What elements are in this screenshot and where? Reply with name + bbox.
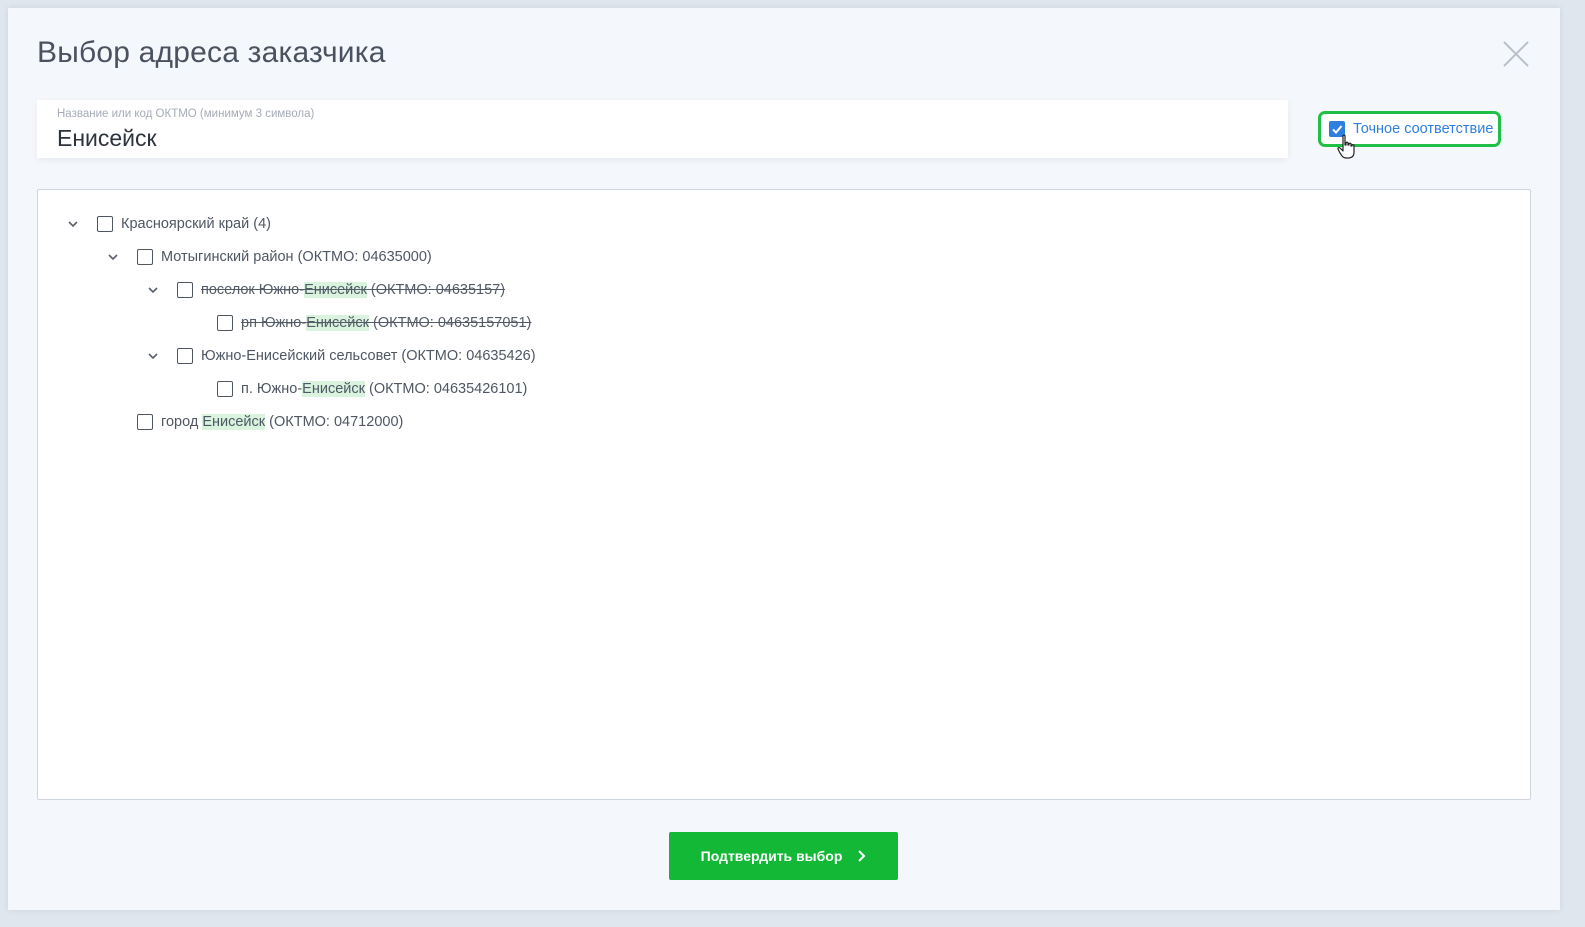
chevron-down-icon — [148, 353, 158, 360]
tree-node-label: Мотыгинский район (ОКТМО: 04635000) — [161, 249, 432, 265]
search-field: Название или код ОКТМО (минимум 3 символ… — [37, 100, 1288, 158]
label-prefix: рп Южно- — [241, 315, 307, 331]
tree-node-label: поселок Южно-Енисейск (ОКТМО: 04635157) — [201, 282, 505, 298]
chevron-down-icon — [148, 287, 158, 294]
exact-match-checkbox[interactable]: Точное соответствие — [1318, 111, 1501, 147]
tree-node-label: Красноярский край (4) — [121, 216, 271, 232]
tree-checkbox[interactable] — [177, 282, 193, 298]
label-prefix: город — [161, 414, 203, 430]
search-highlight: Енисейск — [302, 381, 365, 397]
tree-node-label: Южно-Енисейский сельсовет (ОКТМО: 046354… — [201, 348, 536, 364]
tree-node-selsovet: Южно-Енисейский сельсовет (ОКТМО: 046354… — [145, 346, 536, 366]
search-highlight: Енисейск — [202, 414, 266, 430]
tree-node-raion: Мотыгинский район (ОКТМО: 04635000) — [105, 247, 432, 267]
label-suffix: (ОКТМО: 04635426101) — [364, 381, 528, 397]
close-icon — [1503, 41, 1529, 67]
label-suffix: (ОКТМО: 04712000) — [265, 414, 404, 430]
tree-node-gorod: город Енисейск (ОКТМО: 04712000) — [105, 412, 403, 432]
label-prefix: поселок Южно- — [201, 282, 305, 298]
check-icon — [1332, 125, 1343, 134]
close-button[interactable] — [1498, 36, 1534, 72]
confirm-button[interactable]: Подтвердить выбор — [669, 832, 898, 880]
tree-toggle[interactable] — [145, 348, 161, 364]
tree-checkbox[interactable] — [177, 348, 193, 364]
tree-node-poselok: поселок Южно-Енисейск (ОКТМО: 04635157) — [145, 280, 505, 300]
tree-checkbox[interactable] — [217, 315, 233, 331]
tree-checkbox[interactable] — [217, 381, 233, 397]
tree-node-label: п. Южно-Енисейск (ОКТМО: 04635426101) — [241, 381, 527, 397]
address-dialog: Выбор адреса заказчика Название или код … — [8, 8, 1560, 910]
tree-checkbox[interactable] — [137, 249, 153, 265]
search-input[interactable] — [57, 124, 1257, 152]
chevron-right-icon — [856, 849, 866, 863]
exact-match-label: Точное соответствие — [1353, 121, 1494, 137]
exact-match-check[interactable] — [1329, 121, 1345, 137]
chevron-down-icon — [68, 221, 78, 228]
tree-node-label: рп Южно-Енисейск (ОКТМО: 04635157051) — [241, 315, 531, 331]
label-suffix: (ОКТМО: 04635157) — [366, 282, 506, 298]
search-highlight: Енисейск — [306, 315, 369, 331]
tree-toggle[interactable] — [65, 216, 81, 232]
tree-node-krai: Красноярский край (4) — [65, 214, 271, 234]
tree-toggle[interactable] — [105, 249, 121, 265]
search-highlight: Енисейск — [304, 282, 367, 298]
tree-node-p: п. Южно-Енисейск (ОКТМО: 04635426101) — [185, 379, 527, 399]
tree-node-label: город Енисейск (ОКТМО: 04712000) — [161, 414, 403, 430]
territory-tree: Красноярский край (4) Мотыгинский район … — [37, 189, 1531, 800]
label-prefix: п. Южно- — [241, 381, 303, 397]
tree-toggle[interactable] — [145, 282, 161, 298]
label-suffix: (ОКТМО: 04635157051) — [369, 315, 532, 331]
tree-node-rp: рп Южно-Енисейск (ОКТМО: 04635157051) — [185, 313, 531, 333]
search-label: Название или код ОКТМО (минимум 3 символ… — [57, 108, 315, 120]
tree-checkbox[interactable] — [97, 216, 113, 232]
chevron-down-icon — [108, 254, 118, 261]
confirm-label: Подтвердить выбор — [700, 848, 843, 864]
dialog-title: Выбор адреса заказчика — [37, 36, 386, 69]
tree-checkbox[interactable] — [137, 414, 153, 430]
